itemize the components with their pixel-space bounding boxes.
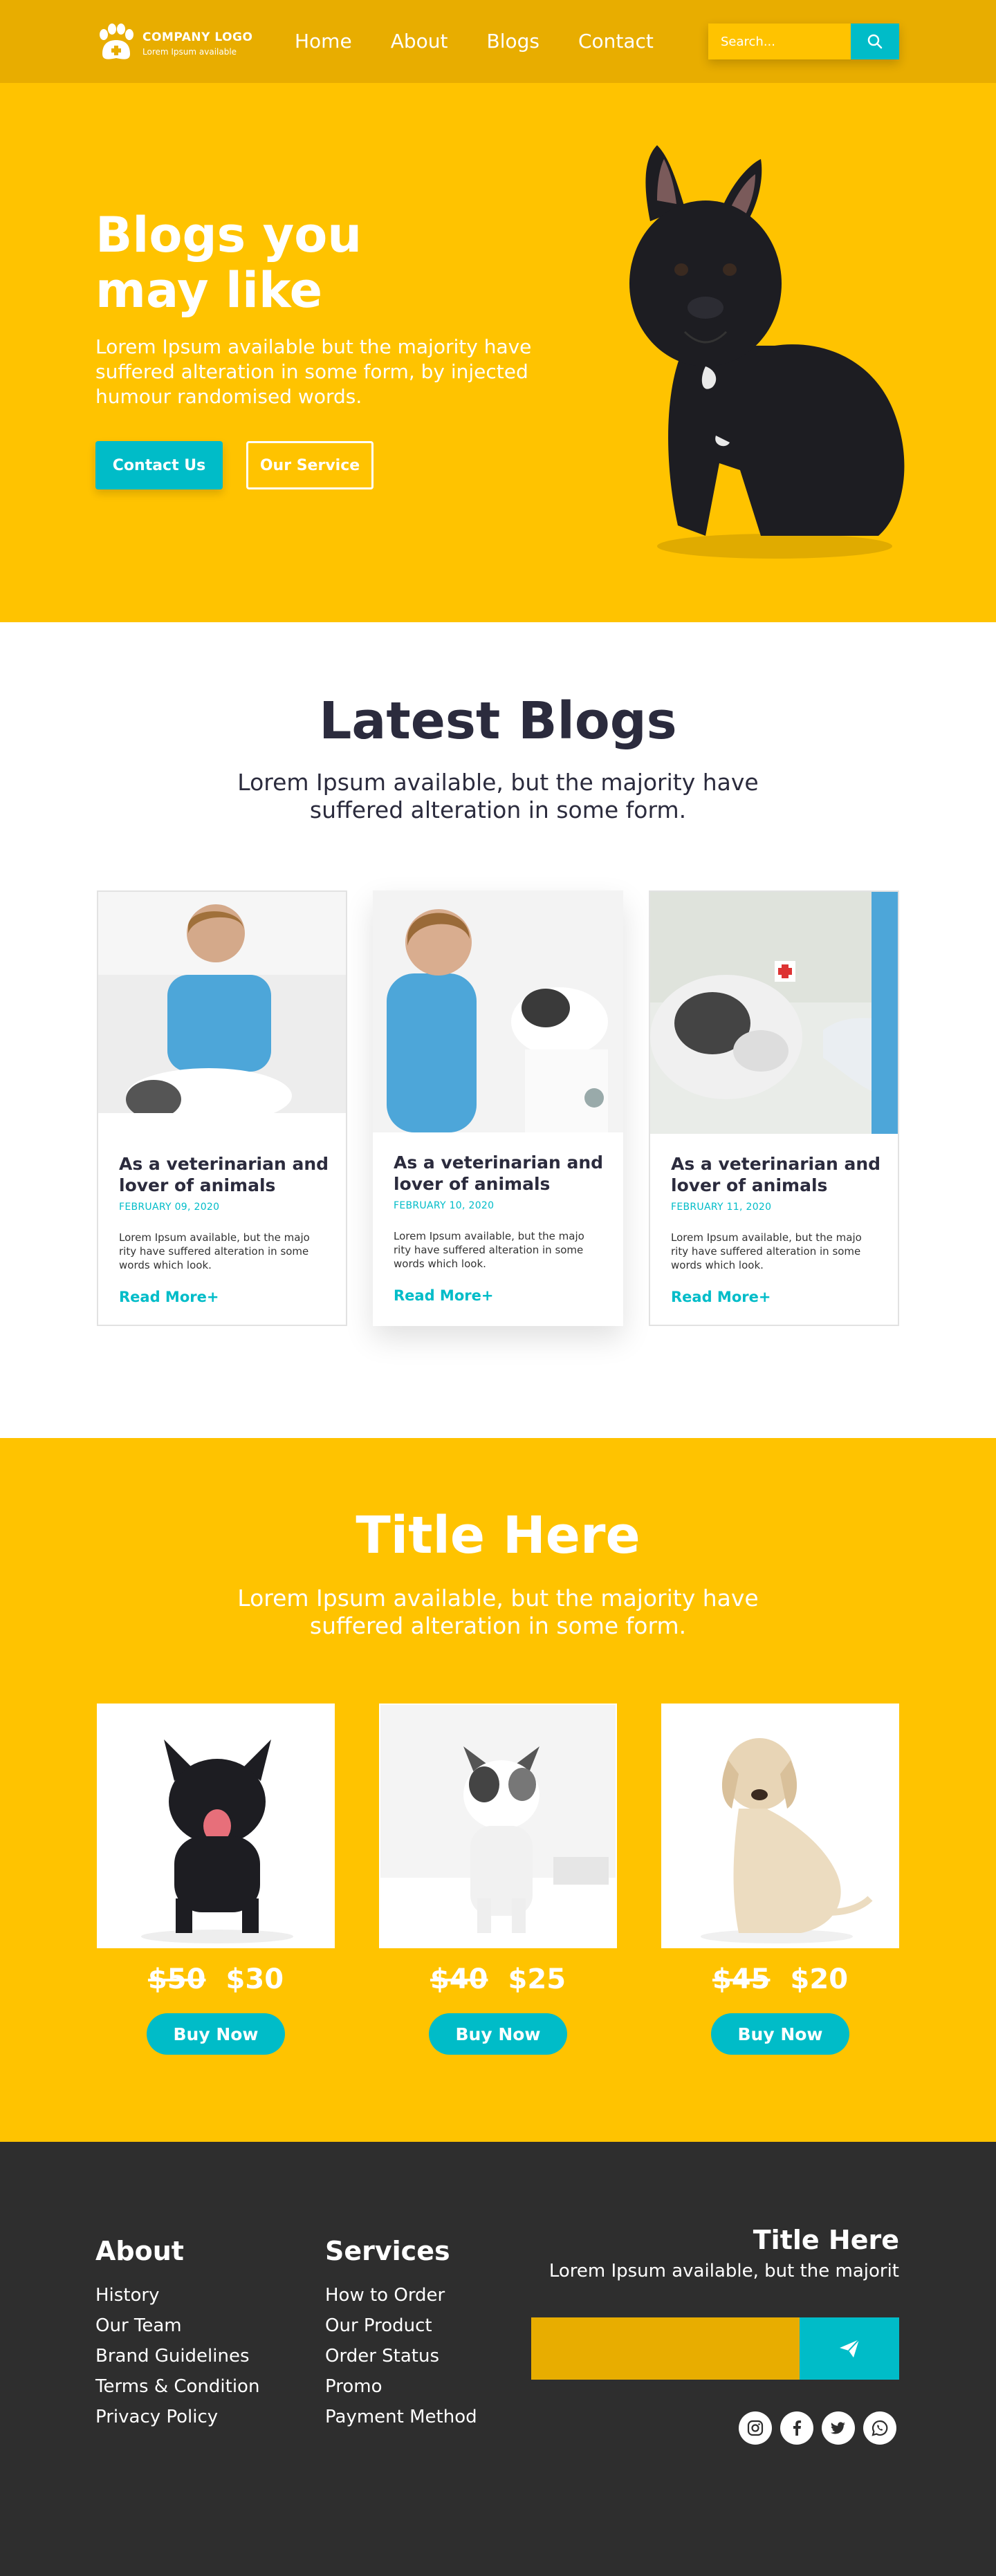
twitter-glyph (831, 2422, 845, 2434)
instagram-glyph (747, 2420, 764, 2436)
footer-about-links: History Our Team Brand Guidelines Terms … (95, 2280, 259, 2432)
bulldog-image (98, 1705, 333, 1947)
footer: About History Our Team Brand Guidelines … (0, 2142, 996, 2576)
products-section: Title Here Lorem Ipsum available, but th… (0, 1438, 996, 2142)
footer-about-title: About (95, 2236, 184, 2266)
products-title: Title Here (356, 1506, 640, 1565)
buy-now-button[interactable]: Buy Now (429, 2013, 567, 2055)
blog-date: FEBRUARY 09, 2020 (119, 1202, 220, 1213)
footer-link-order-status[interactable]: Order Status (325, 2346, 439, 2367)
logo-title: COMPANY LOGO (142, 30, 253, 44)
read-more-link[interactable]: Read More+ (394, 1287, 493, 1304)
vet-with-dog-image (373, 890, 623, 1132)
hero-title: Blogs you may like (95, 207, 362, 319)
blog-image (98, 892, 346, 1134)
footer-link-privacy[interactable]: Privacy Policy (95, 2407, 218, 2427)
vet-with-dog-image (650, 892, 898, 1134)
labrador-image (663, 1705, 898, 1947)
nav-about[interactable]: About (391, 28, 448, 55)
whatsapp-glyph (872, 2420, 888, 2436)
nav-home[interactable]: Home (295, 28, 352, 55)
product-image (97, 1704, 335, 1948)
blog-excerpt: Lorem Ipsum available, but the majo rity… (671, 1231, 862, 1271)
price-row: $50 $30 (97, 1963, 335, 2001)
buy-now-button[interactable]: Buy Now (711, 2013, 849, 2055)
footer-link-payment-method[interactable]: Payment Method (325, 2407, 477, 2427)
search-button[interactable] (851, 24, 899, 59)
hero-dog-image (629, 145, 905, 559)
blog-image (373, 890, 623, 1132)
footer-link-our-product[interactable]: Our Product (325, 2315, 432, 2336)
new-price: $25 (508, 1963, 566, 1995)
read-more-link[interactable]: Read More+ (671, 1289, 771, 1305)
read-more-link[interactable]: Read More+ (119, 1289, 219, 1305)
blog-excerpt: Lorem Ipsum available, but the majo rity… (394, 1230, 584, 1270)
product-card: $45 $20 Buy Now (661, 1704, 899, 2057)
footer-link-brand-guidelines[interactable]: Brand Guidelines (95, 2346, 250, 2367)
our-service-button[interactable]: Our Service (246, 441, 374, 489)
footer-link-terms[interactable]: Terms & Condition (95, 2376, 259, 2397)
blog-date: FEBRUARY 10, 2020 (394, 1200, 495, 1211)
footer-link-how-to-order[interactable]: How to Order (325, 2285, 445, 2306)
contact-us-button[interactable]: Contact Us (95, 441, 223, 489)
top-navbar: COMPANY LOGO Lorem Ipsum available Home … (0, 0, 996, 83)
old-price: $40 (430, 1963, 488, 1995)
logo-subtitle: Lorem Ipsum available (142, 47, 237, 57)
footer-services-links: How to Order Our Product Order Status Pr… (325, 2280, 477, 2432)
price-row: $40 $25 (379, 1963, 617, 2001)
facebook-glyph (793, 2420, 802, 2436)
facebook-icon[interactable] (780, 2411, 813, 2445)
search-icon (867, 34, 883, 49)
blog-title: As a veterinarian and lover of animals (671, 1154, 881, 1195)
newsletter-text: Lorem Ipsum available, but the majorit (548, 2261, 899, 2281)
main-menu: Home About Blogs Contact (295, 28, 692, 55)
blog-date: FEBRUARY 11, 2020 (671, 1202, 772, 1213)
new-price: $20 (790, 1963, 849, 1995)
nav-blogs[interactable]: Blogs (486, 28, 539, 55)
old-price: $45 (712, 1963, 771, 1995)
company-logo[interactable]: COMPANY LOGO Lorem Ipsum available (97, 21, 256, 62)
newsletter-send-button[interactable] (800, 2317, 899, 2380)
blog-image (650, 892, 898, 1134)
latest-blogs-subtitle: Lorem Ipsum available, but the majority … (237, 769, 759, 823)
vet-with-dog-image (98, 892, 346, 1134)
new-price: $30 (225, 1963, 284, 1995)
blog-card: As a veterinarian and lover of animals F… (97, 890, 347, 1326)
blog-title: As a veterinarian and lover of animals (394, 1152, 604, 1194)
instagram-icon[interactable] (739, 2411, 772, 2445)
footer-link-our-team[interactable]: Our Team (95, 2315, 182, 2336)
footer-services-title: Services (325, 2236, 450, 2266)
paw-logo-icon (100, 24, 133, 59)
buy-now-button[interactable]: Buy Now (147, 2013, 285, 2055)
blog-card: As a veterinarian and lover of animals F… (373, 890, 623, 1326)
blog-card: As a veterinarian and lover of animals F… (649, 890, 899, 1326)
latest-blogs-title: Latest Blogs (319, 691, 677, 751)
hero-subtitle: Lorem Ipsum available but the majority h… (95, 335, 532, 408)
price-row: $45 $20 (661, 1963, 899, 2001)
twitter-icon[interactable] (822, 2411, 855, 2445)
blog-title: As a veterinarian and lover of animals (119, 1154, 329, 1195)
nav-contact[interactable]: Contact (578, 28, 654, 55)
old-price: $50 (147, 1963, 206, 1995)
product-image (661, 1704, 899, 1948)
newsletter-email-input[interactable] (531, 2317, 800, 2380)
blog-excerpt: Lorem Ipsum available, but the majo rity… (119, 1231, 310, 1271)
search-box (708, 24, 899, 59)
products-subtitle: Lorem Ipsum available, but the majority … (237, 1585, 759, 1639)
send-icon (840, 2339, 860, 2358)
newsletter-title: Title Here (753, 2225, 899, 2255)
footer-link-history[interactable]: History (95, 2285, 160, 2306)
footer-link-promo[interactable]: Promo (325, 2376, 382, 2397)
search-input[interactable] (708, 24, 851, 59)
border-collie-image (380, 1705, 616, 1947)
product-card: $50 $30 Buy Now (97, 1704, 335, 2057)
hero-section: Blogs you may like Lorem Ipsum available… (0, 83, 996, 622)
product-image (379, 1704, 617, 1948)
product-card: $40 $25 Buy Now (379, 1704, 617, 2057)
whatsapp-icon[interactable] (863, 2411, 896, 2445)
